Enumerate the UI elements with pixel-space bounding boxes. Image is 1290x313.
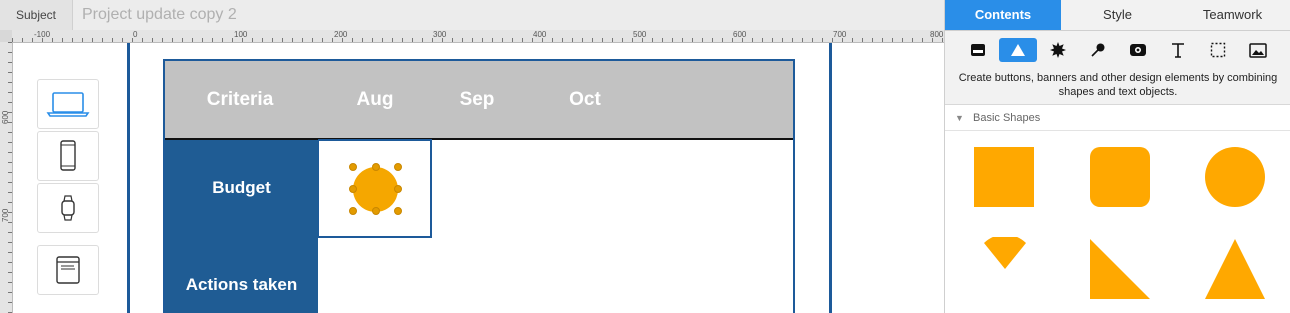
status-circle-shape[interactable] [353,167,398,212]
tab-contents[interactable]: Contents [945,0,1061,31]
table-header-row[interactable]: Criteria Aug Sep Oct [165,61,793,140]
ruler-label: 700 [833,30,847,39]
resize-handle[interactable] [349,185,357,193]
image-icon [1249,42,1267,58]
text-tool-button[interactable] [1159,38,1197,62]
basic-shapes-section-header[interactable]: ▼ Basic Shapes [945,106,1290,131]
laptop-icon [46,92,90,117]
phone-icon [60,140,76,171]
panel-tool-button[interactable] [959,38,997,62]
ruler-label: 600 [733,30,747,39]
ruler-label: 800 [930,30,944,39]
ruler-label: 400 [533,30,547,39]
ruler-label: 700 [1,208,10,222]
resize-handle[interactable] [394,207,402,215]
resize-handle[interactable] [372,163,380,171]
shape-triangle-icon [1011,44,1025,56]
ruler-label: 200 [334,30,348,39]
shapes-tool-button[interactable] [999,38,1037,62]
shape-square[interactable] [974,147,1034,207]
inspector-panel: Contents Style Teamwork Create buttons, … [944,0,1290,313]
device-browser-button[interactable] [37,245,99,295]
pin-icon [1091,43,1105,57]
row-label-actions-taken: Actions taken [185,275,298,294]
ruler-label: 500 [633,30,647,39]
shape-rounded-square[interactable] [1090,147,1150,207]
tab-style[interactable]: Style [1061,0,1175,31]
resize-handle[interactable] [349,163,357,171]
tab-teamwork[interactable]: Teamwork [1174,0,1290,31]
browser-window-icon [56,256,80,284]
row-label-budget: Budget [212,178,271,197]
resize-handle[interactable] [394,185,402,193]
ruler-label: 100 [234,30,248,39]
watch-icon [61,195,75,221]
starburst-tool-button[interactable] [1039,38,1077,62]
device-selector [13,43,108,313]
resize-handle[interactable] [394,163,402,171]
ruler-corner [0,30,12,42]
disclosure-triangle-icon: ▼ [955,113,964,123]
resize-handle[interactable] [349,207,357,215]
resize-handle[interactable] [372,207,380,215]
device-phone-button[interactable] [37,131,99,181]
ruler-label: 300 [433,30,447,39]
artboard-right-edge [829,43,832,313]
ruler-label: 600 [1,110,10,124]
selection-tool-button[interactable] [1199,38,1237,62]
document-title-field[interactable]: Project update copy 2 [82,0,237,30]
tool-description: Create buttons, banners and other design… [945,67,1290,105]
vertical-ruler: 600 700 [0,42,13,313]
ruler-label: -100 [34,30,51,39]
header-oct: Oct [569,89,601,110]
section-title: Basic Shapes [973,112,1041,124]
selection-box-icon [1210,42,1226,58]
header-criteria: Criteria [206,89,274,110]
shape-right-triangle[interactable] [1090,239,1150,299]
media-icon [1130,44,1146,56]
image-tool-button[interactable] [1239,38,1277,62]
text-icon [1172,43,1184,58]
starburst-icon [1050,42,1066,58]
horizontal-ruler: -100 0 100 200 300 400 500 600 700 800 [12,30,944,43]
device-laptop-button[interactable] [37,79,99,129]
header-sep: Sep [459,89,495,110]
subject-label: Subject [0,0,73,30]
shape-triangle[interactable] [1205,239,1265,299]
device-watch-button[interactable] [37,183,99,233]
content-type-toolbar [945,31,1290,67]
shape-circle[interactable] [1205,147,1265,207]
media-tool-button[interactable] [1119,38,1157,62]
shape-wedge[interactable] [982,237,1028,271]
header-aug: Aug [356,89,394,110]
panel-icon [971,44,985,56]
artboard-left-edge [127,43,130,313]
ruler-label: 0 [133,30,138,39]
pin-tool-button[interactable] [1079,38,1117,62]
